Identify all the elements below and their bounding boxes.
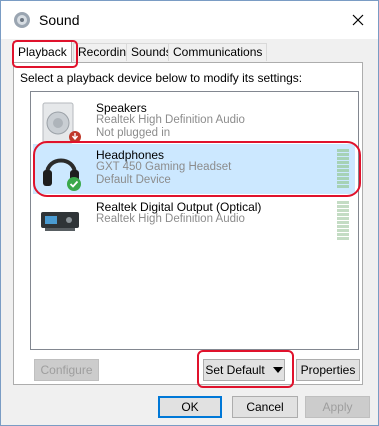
device-speakers[interactable]: Speakers Realtek High Definition Audio N… [33, 97, 355, 147]
device-status: Not plugged in [96, 127, 171, 139]
close-icon [352, 14, 364, 26]
instruction-text: Select a playback device below to modify… [20, 71, 303, 85]
device-name: Speakers [96, 101, 147, 115]
default-check-icon [67, 177, 81, 191]
window-title: Sound [39, 12, 80, 28]
close-button[interactable] [338, 1, 378, 39]
speaker-icon [42, 102, 81, 144]
device-driver: Realtek High Definition Audio [96, 114, 245, 126]
ok-button[interactable]: OK [158, 396, 222, 418]
properties-button[interactable]: Properties [296, 359, 360, 381]
speaker-icon [14, 12, 30, 28]
volume-meter [337, 149, 349, 191]
volume-meter [337, 201, 349, 243]
device-driver: GXT 450 Gaming Headset [96, 161, 232, 173]
device-status: Default Device [96, 174, 171, 186]
set-default-label: Set Default [205, 363, 265, 377]
configure-button[interactable]: Configure [34, 359, 99, 381]
device-driver: Realtek High Definition Audio [96, 213, 245, 225]
dropdown-arrow-icon [272, 367, 283, 373]
playback-device-list[interactable]: Speakers Realtek High Definition Audio N… [30, 91, 359, 350]
set-default-button[interactable]: Set Default [203, 359, 285, 381]
headphones-icon [43, 158, 81, 191]
apply-button[interactable]: Apply [305, 396, 370, 418]
device-name: Realtek Digital Output (Optical) [96, 200, 262, 214]
cancel-button[interactable]: Cancel [232, 396, 298, 418]
title-bar: Sound [1, 1, 378, 39]
optical-output-icon [41, 212, 79, 231]
device-name: Headphones [96, 148, 165, 162]
device-optical-output[interactable]: Realtek Digital Output (Optical) Realtek… [33, 196, 355, 246]
device-headphones[interactable]: Headphones GXT 450 Gaming Headset Defaul… [33, 144, 355, 194]
tab-communications[interactable]: Communications [168, 43, 268, 61]
tab-playback[interactable]: Playback [13, 41, 72, 62]
